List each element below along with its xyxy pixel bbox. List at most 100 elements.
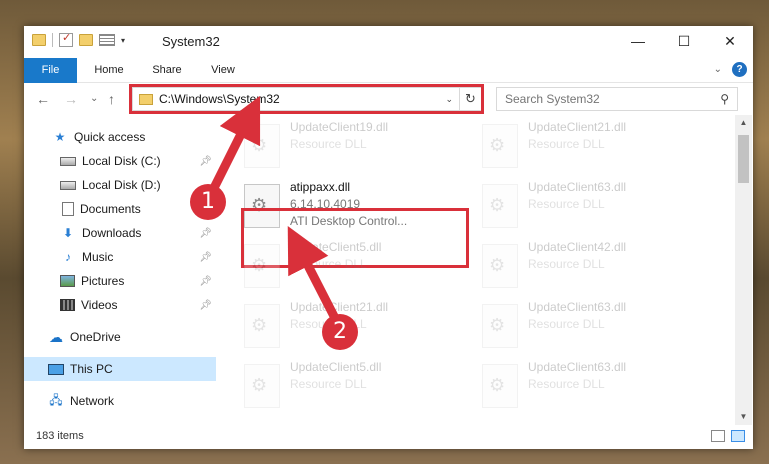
pin-icon: 📌︎ [199, 275, 212, 287]
network-icon: 🖧︎ [49, 392, 63, 407]
large-icons-view-icon[interactable] [731, 430, 745, 442]
pin-icon: 📌︎ [199, 299, 212, 311]
customize-toolbar-dropdown-icon[interactable]: ▾ [121, 36, 125, 45]
file-name: UpdateClient63.dll [528, 180, 627, 194]
dll-file-icon [244, 244, 280, 288]
sidebar-item-quick-access[interactable]: ★ Quick access [24, 125, 216, 149]
recent-locations-chevron-icon[interactable]: ⌄ [90, 93, 98, 104]
up-arrow-icon[interactable]: ↑ [108, 91, 115, 107]
file-name: UpdateClient5.dll [290, 360, 382, 374]
file-description: Resource DLL [528, 137, 605, 151]
pin-icon: 📌︎ [199, 251, 212, 263]
forward-arrow-icon[interactable]: → [64, 91, 78, 107]
file-name: UpdateClient5.dll [290, 240, 382, 254]
search-input[interactable] [505, 92, 695, 106]
dll-file-icon [244, 124, 280, 168]
sidebar-item-local-disk-c[interactable]: Local Disk (C:) 📌︎ [24, 149, 216, 173]
tab-view[interactable]: View [198, 58, 248, 83]
search-box[interactable]: ⚲ [496, 87, 738, 111]
window-controls: — ☐ ✕ [615, 26, 753, 56]
view-options-icon[interactable] [99, 34, 115, 46]
sidebar-item-label: Music [82, 250, 114, 264]
file-description: Resource DLL [290, 137, 367, 151]
sidebar-item-onedrive[interactable]: ☁ OneDrive [24, 325, 216, 349]
scroll-up-arrow-icon[interactable]: ▲ [735, 115, 752, 131]
file-tile[interactable]: UpdateClient63.dll Resource DLL [482, 299, 707, 355]
dll-file-icon [482, 304, 518, 348]
sidebar-item-videos[interactable]: Videos 📌︎ [24, 293, 216, 317]
sidebar-item-label: Documents [80, 202, 141, 216]
status-bar: 183 items [24, 425, 753, 449]
file-name: UpdateClient21.dll [528, 120, 627, 134]
pin-icon: 📌︎ [199, 227, 212, 239]
file-description: Resource DLL [290, 257, 367, 271]
file-list: UpdateClient19.dll Resource DLL UpdateCli… [224, 115, 735, 425]
pin-icon: 📌︎ [199, 155, 212, 167]
ribbon-right-icons: ⌄ ? [714, 62, 747, 77]
sidebar-item-label: This PC [70, 362, 113, 376]
tab-share[interactable]: Share [140, 58, 194, 83]
file-name: UpdateClient42.dll [528, 240, 627, 254]
sidebar-item-downloads[interactable]: ⬇ Downloads 📌︎ [24, 221, 216, 245]
item-count: 183 items [36, 430, 84, 442]
tab-file[interactable]: File [24, 58, 77, 83]
quick-access-toolbar: ▾ [32, 31, 125, 47]
file-tile[interactable]: UpdateClient63.dll Resource DLL [482, 179, 707, 235]
tab-home[interactable]: Home [82, 58, 136, 83]
sidebar-item-label: Local Disk (C:) [82, 154, 161, 168]
videos-icon [60, 299, 75, 311]
window-title: System32 [162, 34, 220, 49]
sidebar-item-pictures[interactable]: Pictures 📌︎ [24, 269, 216, 293]
details-view-icon[interactable] [711, 430, 725, 442]
title-bar: ▾ System32 — ☐ ✕ [24, 26, 753, 58]
help-icon[interactable]: ? [732, 62, 747, 77]
step-badge-1: 1 [190, 184, 226, 220]
file-tile[interactable]: UpdateClient21.dll Resource DLL [482, 119, 707, 175]
file-tile[interactable]: UpdateClient42.dll Resource DLL [482, 239, 707, 295]
explorer-window: ▾ System32 — ☐ ✕ File Home Share View ⌄ … [24, 26, 753, 449]
folder-icon [32, 34, 46, 46]
new-folder-icon[interactable] [79, 34, 93, 46]
file-description: Resource DLL [528, 197, 605, 211]
file-tile[interactable]: UpdateClient5.dll Resource DLL [244, 239, 469, 295]
sidebar-item-this-pc[interactable]: This PC [24, 357, 216, 381]
star-icon: ★ [54, 130, 66, 144]
file-tile[interactable]: UpdateClient5.dll Resource DLL [244, 359, 469, 415]
address-highlight-box [129, 84, 484, 114]
dll-file-icon [244, 364, 280, 408]
toolbar-separator [52, 33, 53, 47]
vertical-scrollbar[interactable]: ▲ ▼ [735, 115, 752, 425]
minimize-button[interactable]: — [615, 26, 661, 56]
onedrive-icon: ☁ [49, 328, 63, 345]
expand-ribbon-chevron-icon[interactable]: ⌄ [714, 64, 722, 75]
music-icon: ♪ [65, 250, 71, 264]
search-icon[interactable]: ⚲ [720, 92, 729, 106]
scroll-down-arrow-icon[interactable]: ▼ [735, 409, 752, 425]
navigation-bar: ← → ⌄ ↑ C:\Windows\System32 ⌄ ↻ ⚲ [24, 83, 753, 115]
dll-file-icon [244, 304, 280, 348]
view-toggle [711, 430, 745, 442]
sidebar-item-local-disk-d[interactable]: Local Disk (D:) [24, 173, 216, 197]
sidebar-item-label: Local Disk (D:) [82, 178, 161, 192]
step-badge-2: 2 [322, 314, 358, 350]
sidebar-item-label: Pictures [81, 274, 125, 288]
navigation-pane: ★ Quick access Local Disk (C:) 📌︎ Local … [24, 115, 216, 425]
sidebar-item-documents[interactable]: Documents 📌︎ [24, 197, 216, 221]
dll-file-icon [482, 184, 518, 228]
sidebar-item-label: Downloads [82, 226, 142, 240]
sidebar-item-network[interactable]: 🖧︎ Network [24, 389, 216, 413]
sidebar-item-label: Quick access [74, 130, 146, 144]
close-button[interactable]: ✕ [707, 26, 753, 56]
maximize-button[interactable]: ☐ [661, 26, 707, 56]
file-description: Resource DLL [528, 257, 605, 271]
file-tile[interactable]: UpdateClient63.dll Resource DLL [482, 359, 707, 415]
dll-file-icon [482, 124, 518, 168]
scrollbar-thumb[interactable] [738, 135, 749, 183]
sidebar-item-music[interactable]: ♪ Music 📌︎ [24, 245, 216, 269]
sidebar-item-label: Network [70, 394, 115, 408]
ribbon-tabs: File Home Share View ⌄ ? [24, 58, 753, 83]
dll-file-icon [482, 364, 518, 408]
back-arrow-icon[interactable]: ← [36, 91, 50, 107]
properties-icon[interactable] [59, 31, 73, 47]
file-tile[interactable]: UpdateClient19.dll Resource DLL [244, 119, 469, 175]
